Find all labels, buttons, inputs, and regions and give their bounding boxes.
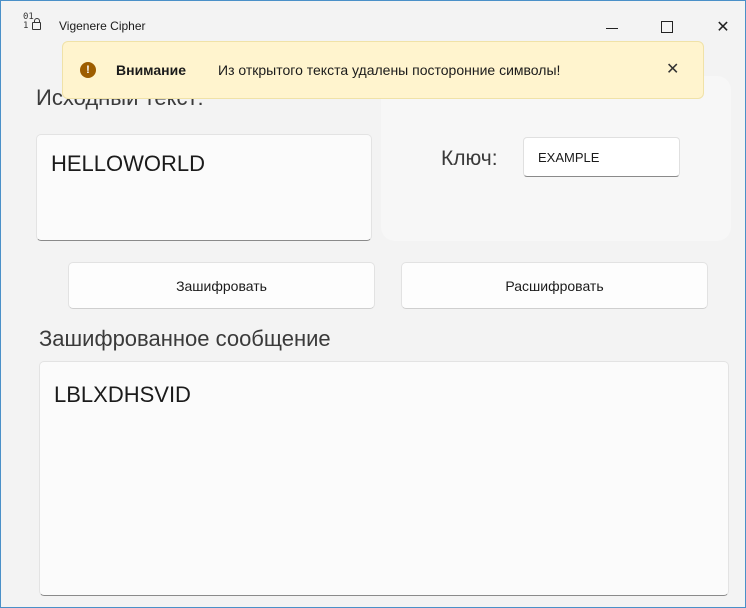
output-label: Зашифрованное сообщение	[39, 326, 331, 351]
output-text-area[interactable]: LBLXDHSVID	[39, 361, 729, 596]
maximize-icon	[661, 21, 673, 33]
app-window: 01 1 Vigenere Cipher ✕ Исходный текст: !…	[0, 0, 746, 608]
encrypt-button[interactable]: Зашифровать	[68, 262, 375, 309]
minimize-button[interactable]	[592, 11, 632, 39]
minimize-icon	[606, 27, 618, 29]
maximize-button[interactable]	[647, 11, 687, 39]
window-title: Vigenere Cipher	[59, 19, 146, 33]
title-bar[interactable]: 01 1 Vigenere Cipher ✕	[1, 1, 745, 36]
decrypt-button[interactable]: Расшифровать	[401, 262, 708, 309]
info-bar-message: Из открытого текста удалены посторонние …	[218, 62, 561, 78]
exclamation-icon: !	[80, 62, 96, 78]
source-text-input[interactable]: HELLOWORLD	[36, 134, 372, 241]
close-window-button[interactable]: ✕	[703, 11, 743, 39]
info-bar: ! Внимание Из открытого текста удалены п…	[62, 41, 704, 99]
app-lock-icon: 01 1	[23, 13, 43, 33]
close-icon: ✕	[716, 16, 730, 36]
info-bar-title: Внимание	[116, 62, 186, 78]
key-input[interactable]: EXAMPLE	[523, 137, 680, 177]
key-label: Ключ:	[441, 147, 498, 170]
info-bar-close-icon[interactable]: ✕	[666, 59, 679, 78]
